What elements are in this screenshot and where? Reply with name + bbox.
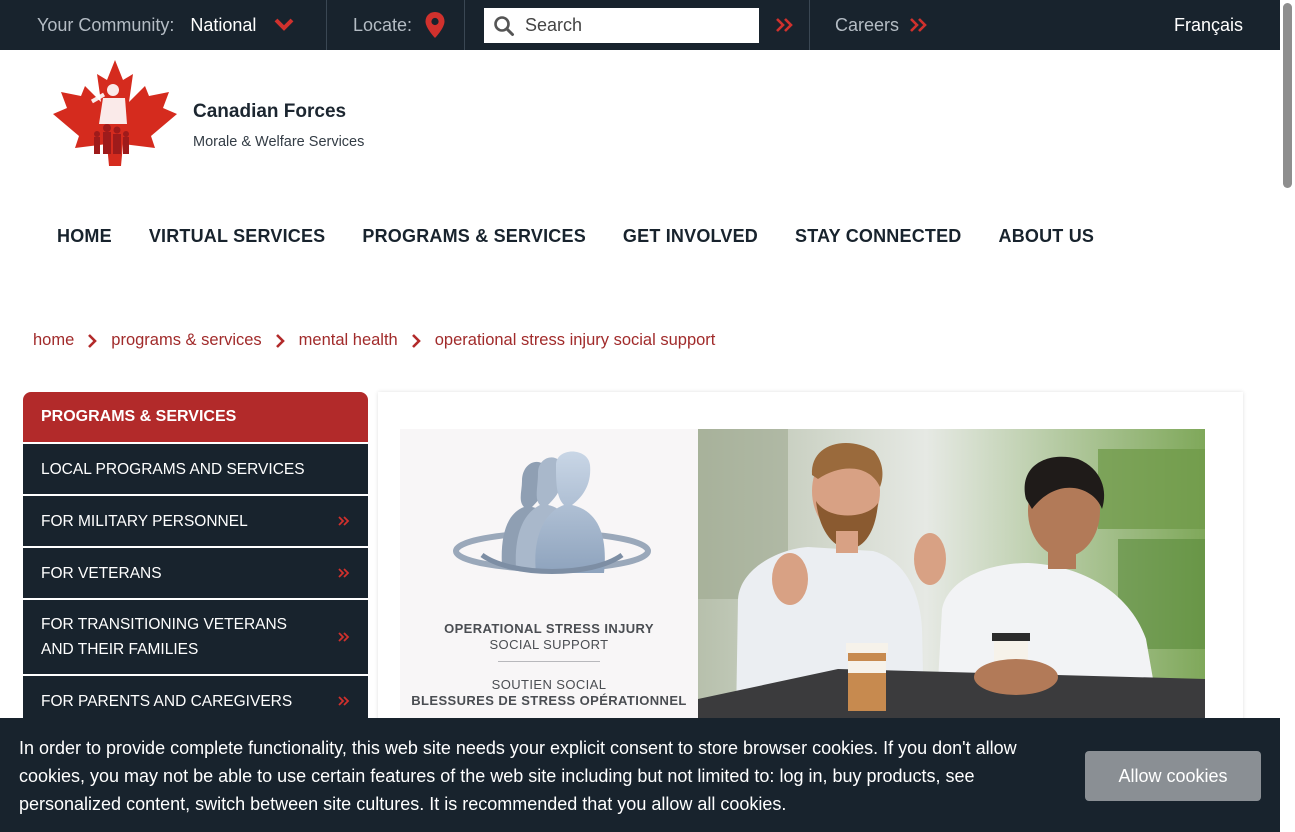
sidebar-item-label: FOR TRANSITIONING VETERANS AND THEIR FAM… bbox=[41, 616, 288, 658]
map-pin-icon[interactable] bbox=[424, 11, 446, 39]
divider bbox=[326, 0, 327, 50]
sidebar-item-local-programs[interactable]: LOCAL PROGRAMS AND SERVICES bbox=[23, 444, 368, 494]
sidebar-item-transitioning-veterans[interactable]: FOR TRANSITIONING VETERANS AND THEIR FAM… bbox=[23, 600, 368, 674]
sidebar-heading[interactable]: PROGRAMS & SERVICES bbox=[23, 392, 368, 442]
breadcrumb-home[interactable]: home bbox=[33, 331, 74, 350]
programs-sidebar: PROGRAMS & SERVICES LOCAL PROGRAMS AND S… bbox=[23, 392, 368, 726]
chevron-right-icon bbox=[88, 333, 98, 348]
osiss-title-fr: BLESSURES DE STRESS OPÉRATIONNEL bbox=[411, 693, 687, 708]
community-selector[interactable]: Your Community: National bbox=[37, 0, 294, 50]
double-chevron-right-icon[interactable] bbox=[338, 695, 350, 707]
nav-virtual-services[interactable]: VIRTUAL SERVICES bbox=[149, 226, 326, 247]
nav-get-involved[interactable]: GET INVOLVED bbox=[623, 226, 758, 247]
nav-about-us[interactable]: ABOUT US bbox=[999, 226, 1095, 247]
sidebar-item-veterans[interactable]: FOR VETERANS bbox=[23, 548, 368, 598]
careers-label[interactable]: Careers bbox=[835, 15, 899, 36]
sidebar-item-military-personnel[interactable]: FOR MILITARY PERSONNEL bbox=[23, 496, 368, 546]
double-chevron-right-icon[interactable] bbox=[338, 567, 350, 579]
language-toggle-link[interactable]: Français bbox=[1174, 0, 1243, 50]
page-scrollbar[interactable] bbox=[1280, 0, 1295, 832]
two-men-talking-photo bbox=[698, 429, 1205, 719]
search-box[interactable] bbox=[484, 8, 759, 43]
brand-subtitle[interactable]: Morale & Welfare Services bbox=[193, 134, 364, 150]
brand-title[interactable]: Canadian Forces bbox=[193, 101, 346, 123]
scrollbar-thumb[interactable] bbox=[1283, 3, 1292, 188]
double-chevron-right-icon[interactable] bbox=[338, 631, 350, 643]
nav-home[interactable]: HOME bbox=[57, 226, 112, 247]
search-input[interactable] bbox=[525, 10, 745, 41]
breadcrumb-current[interactable]: operational stress injury social support bbox=[435, 331, 716, 350]
breadcrumb-mental-health[interactable]: mental health bbox=[299, 331, 398, 350]
nav-stay-connected[interactable]: STAY CONNECTED bbox=[795, 226, 962, 247]
double-chevron-right-icon[interactable] bbox=[338, 515, 350, 527]
community-value[interactable]: National bbox=[190, 15, 256, 36]
top-utility-bar: Your Community: National Locate: Careers… bbox=[0, 0, 1280, 50]
sidebar-item-label: FOR PARENTS AND CAREGIVERS bbox=[41, 692, 293, 710]
breadcrumb: home programs & services mental health o… bbox=[33, 331, 715, 350]
locate-label: Locate: bbox=[353, 14, 413, 35]
osiss-title-en: OPERATIONAL STRESS INJURY bbox=[444, 621, 654, 636]
osiss-people-silhouette-icon bbox=[453, 451, 651, 574]
breadcrumb-programs[interactable]: programs & services bbox=[111, 331, 261, 350]
divider bbox=[809, 0, 810, 50]
allow-cookies-button[interactable]: Allow cookies bbox=[1085, 751, 1261, 801]
osiss-subtitle-fr: SOUTIEN SOCIAL bbox=[491, 677, 607, 692]
osiss-subtitle-en: SOCIAL SUPPORT bbox=[489, 637, 609, 652]
sidebar-item-label: LOCAL PROGRAMS AND SERVICES bbox=[41, 460, 305, 478]
nav-programs-services[interactable]: PROGRAMS & SERVICES bbox=[362, 226, 586, 247]
cfmws-maple-leaf-logo[interactable] bbox=[51, 58, 179, 168]
chevron-right-icon bbox=[275, 333, 285, 348]
osiss-divider bbox=[498, 661, 600, 662]
locate-control[interactable]: Locate: bbox=[353, 0, 446, 50]
sidebar-item-label: FOR VETERANS bbox=[41, 564, 162, 582]
chevron-right-icon bbox=[411, 333, 421, 348]
sidebar-item-label: FOR MILITARY PERSONNEL bbox=[41, 512, 248, 530]
main-navigation: HOME VIRTUAL SERVICES PROGRAMS & SERVICE… bbox=[57, 226, 1131, 247]
cookie-consent-banner: In order to provide complete functionali… bbox=[0, 718, 1280, 832]
cookie-message: In order to provide complete functionali… bbox=[19, 738, 1017, 814]
search-icon bbox=[494, 15, 514, 36]
divider bbox=[464, 0, 465, 50]
chevron-down-icon[interactable] bbox=[274, 18, 294, 32]
careers-link[interactable]: Careers bbox=[835, 0, 929, 50]
search-submit-icon[interactable] bbox=[774, 13, 796, 37]
double-chevron-right-icon bbox=[910, 18, 927, 32]
osiss-logo-panel: OPERATIONAL STRESS INJURY SOCIAL SUPPORT… bbox=[400, 429, 698, 719]
community-label: Your Community: bbox=[37, 14, 175, 35]
